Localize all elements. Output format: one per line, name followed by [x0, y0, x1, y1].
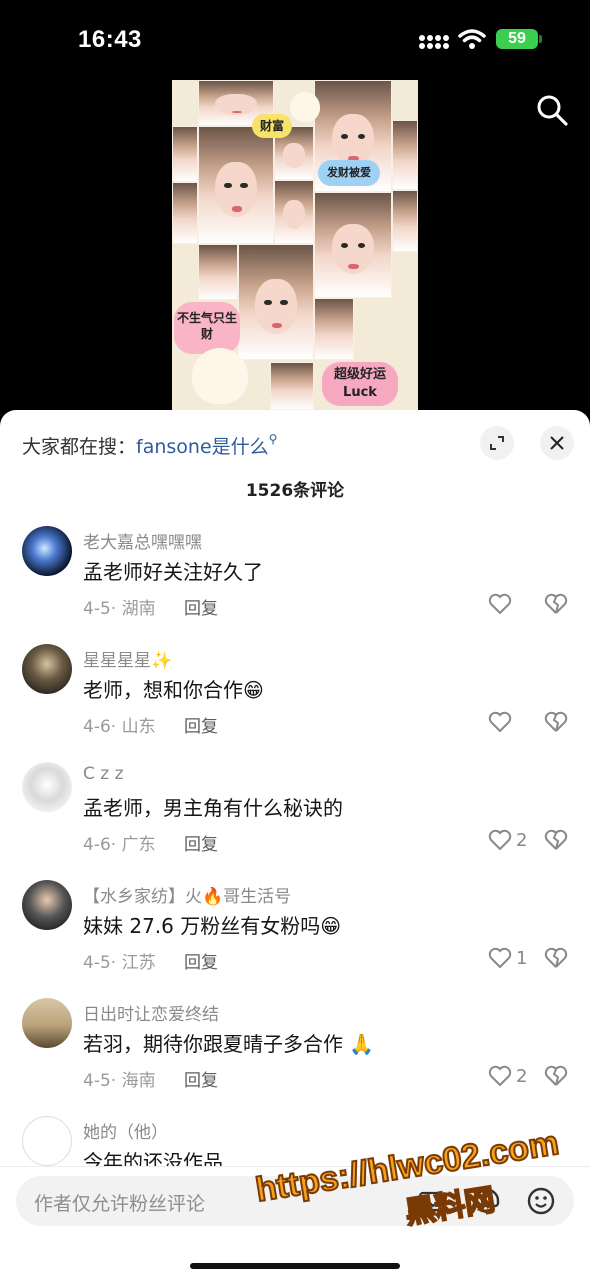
- sticker-luck-love: 发财被爱: [318, 160, 380, 186]
- comment-date: 4-6: [83, 717, 111, 737]
- video-tile: [314, 192, 392, 298]
- video-tile: [392, 190, 418, 252]
- comment-username[interactable]: 星星星星✨: [83, 646, 172, 671]
- comment-text: 妹妹 27.6 万粉丝有女粉吗😁: [83, 914, 342, 938]
- avatar[interactable]: [22, 1116, 72, 1166]
- comment-username[interactable]: 她的（他）: [83, 1118, 168, 1143]
- comment-text: 孟老师好关注好久了: [83, 560, 263, 584]
- comment-meta: 4-6· 山东: [83, 717, 156, 737]
- home-indicator[interactable]: [190, 1263, 400, 1269]
- video-tile: [198, 126, 274, 244]
- comment-username[interactable]: 【水乡家纺】火🔥哥生活号: [83, 882, 291, 907]
- comment-item[interactable]: C z z 孟老师，男主角有什么秘诀的 4-6· 广东 回复 2: [0, 762, 590, 880]
- reply-button[interactable]: 回复: [184, 1066, 218, 1091]
- comment-meta: 4-6· 广东: [83, 835, 156, 855]
- comment-location: 海南: [121, 1071, 156, 1091]
- comment-input-placeholder: 作者仅允许粉丝评论: [34, 1193, 206, 1215]
- search-small-icon: ⚲: [268, 432, 278, 446]
- close-button[interactable]: [540, 426, 574, 460]
- cellular-signal-icon: [419, 35, 449, 49]
- sticker-wealth: 财富: [252, 114, 292, 138]
- like-button[interactable]: [474, 590, 534, 618]
- like-button[interactable]: 2: [474, 826, 534, 854]
- comment-username[interactable]: C z z: [83, 764, 124, 784]
- like-count: 2: [516, 1065, 528, 1087]
- comment-location: 山东: [121, 717, 156, 737]
- comment-meta: 4-5· 江苏: [83, 953, 156, 973]
- hot-search-prefix: 大家都在搜：: [22, 436, 137, 458]
- reply-button[interactable]: 回复: [184, 948, 218, 973]
- wifi-icon: [458, 29, 486, 49]
- heart-icon: [488, 1065, 512, 1087]
- like-count: 2: [516, 829, 528, 851]
- comment-date: 4-6: [83, 835, 111, 855]
- video-tile: [238, 244, 314, 360]
- expand-icon: [490, 436, 504, 450]
- broken-heart-icon[interactable]: [544, 946, 568, 970]
- heart-icon: [488, 947, 512, 969]
- reply-button[interactable]: 回复: [184, 594, 218, 619]
- close-icon: [550, 436, 564, 450]
- like-button[interactable]: 1: [474, 944, 534, 972]
- comment-text: 今年的还没作品: [83, 1150, 223, 1168]
- battery-tip: [539, 35, 542, 43]
- reply-button[interactable]: 回复: [184, 830, 218, 855]
- avatar[interactable]: [22, 762, 72, 812]
- broken-heart-icon[interactable]: [544, 828, 568, 852]
- cat-sticker: [192, 348, 248, 404]
- broken-heart-icon[interactable]: [544, 710, 568, 734]
- comment-location: 江苏: [121, 953, 156, 973]
- comment-date: 4-5: [83, 1071, 111, 1091]
- comment-item[interactable]: 日出时让恋爱终结 若羽，期待你跟夏晴子多合作 🙏 4-5· 海南 回复 2: [0, 998, 590, 1116]
- hot-search[interactable]: 大家都在搜：fansone是什么⚲: [22, 432, 277, 459]
- comment-username[interactable]: 老大嘉总嘿嘿嘿: [83, 528, 202, 553]
- sticker-no-anger: 不生气只生财: [174, 302, 240, 354]
- status-time: 16:43: [78, 26, 142, 53]
- battery-indicator: 59: [496, 29, 538, 49]
- comment-date: 4-5: [83, 953, 111, 973]
- like-count: 1: [516, 947, 528, 969]
- avatar[interactable]: [22, 998, 72, 1048]
- video-tile: [172, 182, 198, 244]
- avatar[interactable]: [22, 880, 72, 930]
- sticker-super-luck: 超级好运 Luck: [322, 362, 398, 406]
- reply-button[interactable]: 回复: [184, 712, 218, 737]
- comment-meta: 4-5· 湖南: [83, 599, 156, 619]
- comment-date: 4-5: [83, 599, 111, 619]
- comment-location: 广东: [121, 835, 156, 855]
- broken-heart-icon[interactable]: [544, 1064, 568, 1088]
- comment-item[interactable]: 星星星星✨ 老师，想和你合作😁 4-6· 山东 回复: [0, 644, 590, 762]
- expand-button[interactable]: [480, 426, 514, 460]
- heart-icon: [488, 829, 512, 851]
- broken-heart-icon[interactable]: [544, 592, 568, 616]
- comment-location: 湖南: [121, 599, 156, 619]
- like-button[interactable]: [474, 708, 534, 736]
- comment-username[interactable]: 日出时让恋爱终结: [83, 1000, 219, 1025]
- comment-text: 若羽，期待你跟夏晴子多合作 🙏: [83, 1032, 375, 1056]
- hot-search-term[interactable]: fansone是什么: [136, 436, 269, 458]
- video-player[interactable]: 财富 发财被爱 不生气只生财 超级好运 Luck: [172, 80, 418, 410]
- comment-text: 老师，想和你合作😁: [83, 678, 264, 702]
- avatar[interactable]: [22, 644, 72, 694]
- video-tile: [172, 126, 198, 182]
- comment-count: 1526条评论: [245, 481, 345, 501]
- video-tile: [198, 244, 238, 300]
- status-bar: 16:43 59: [0, 0, 590, 80]
- search-icon[interactable]: [534, 92, 570, 128]
- video-tile: [314, 298, 354, 360]
- comment-item[interactable]: 老大嘉总嘿嘿嘿 孟老师好关注好久了 4-5· 湖南 回复: [0, 526, 590, 644]
- avatar[interactable]: [22, 526, 72, 576]
- comment-text: 孟老师，男主角有什么秘诀的: [83, 796, 343, 820]
- video-tile: [270, 362, 314, 410]
- like-button[interactable]: 2: [474, 1062, 534, 1090]
- cat-sticker: [290, 92, 320, 122]
- heart-icon: [488, 593, 512, 615]
- video-tile: [392, 120, 418, 190]
- comment-meta: 4-5· 海南: [83, 1071, 156, 1091]
- comment-item[interactable]: 【水乡家纺】火🔥哥生活号 妹妹 27.6 万粉丝有女粉吗😁 4-5· 江苏 回复…: [0, 880, 590, 998]
- heart-icon: [488, 711, 512, 733]
- video-tile: [274, 180, 314, 244]
